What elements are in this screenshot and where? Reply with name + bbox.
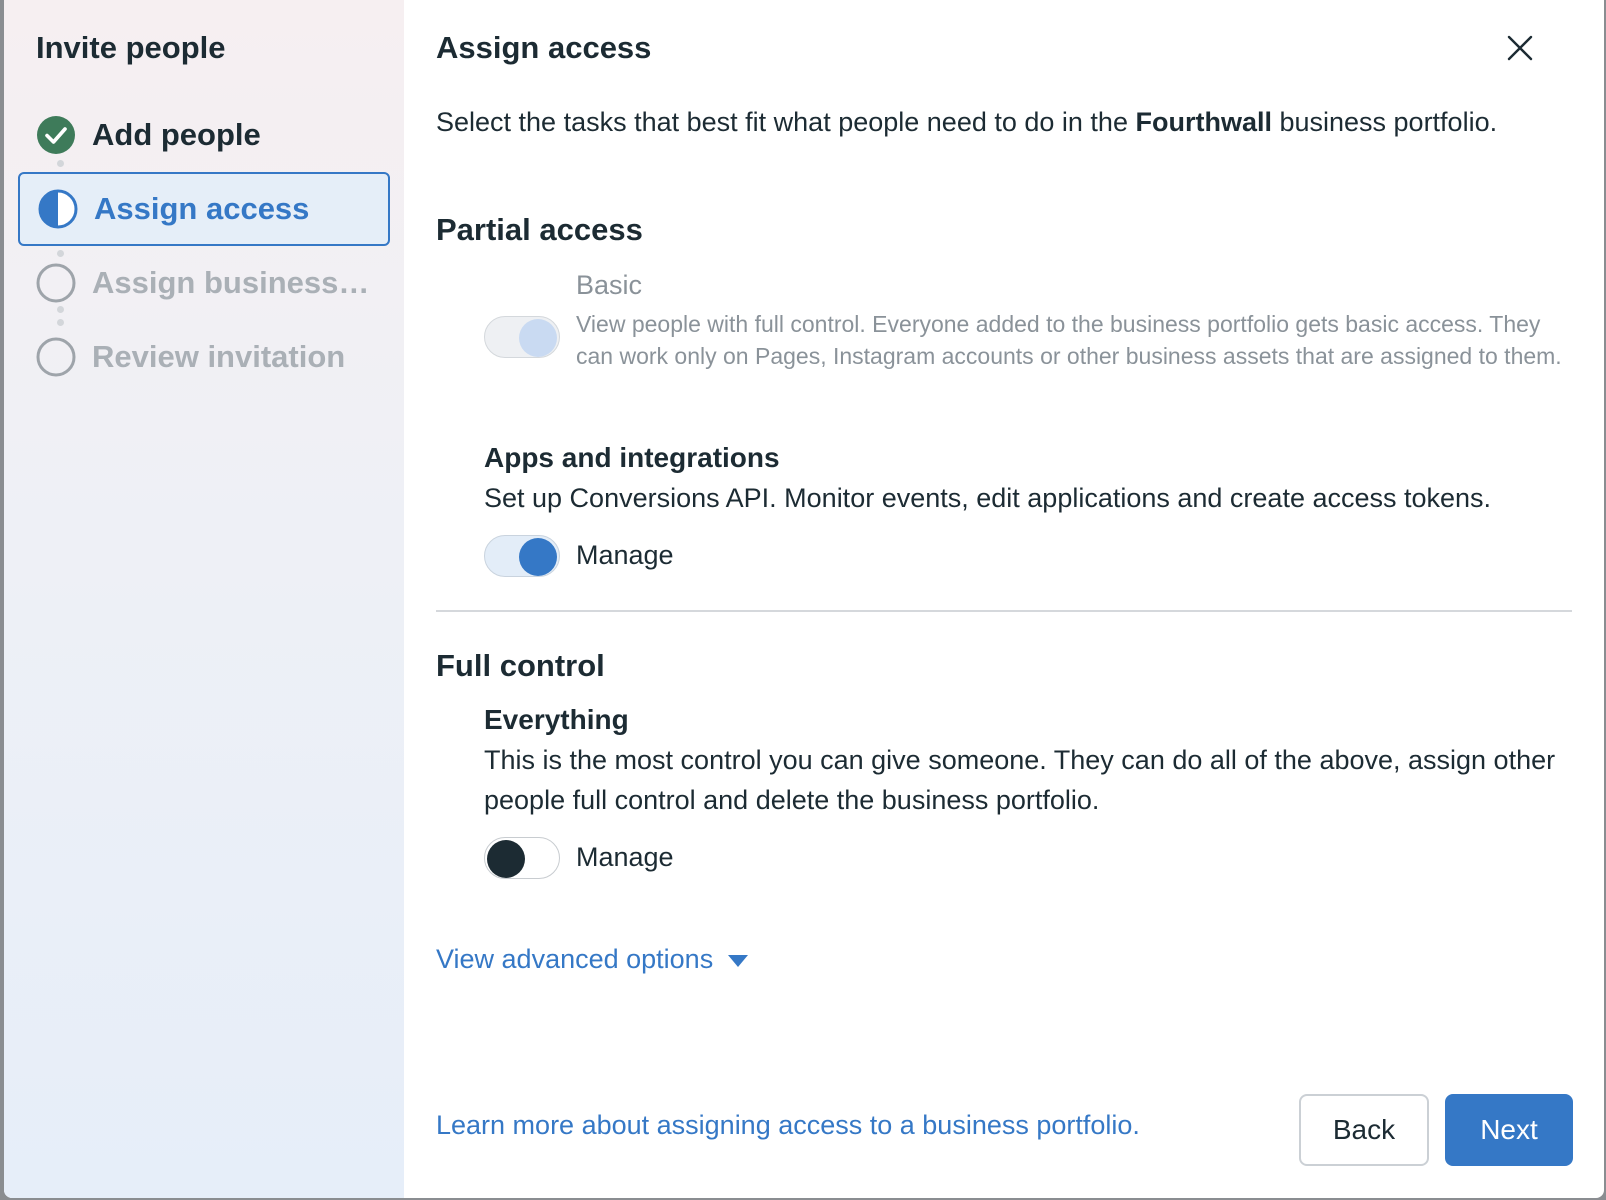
close-button[interactable] [1498,28,1542,72]
step-assign-access[interactable]: Assign access [18,172,390,246]
intro-text: Select the tasks that best fit what peop… [436,107,1498,137]
step-label: Assign business a... [92,265,372,300]
empty-circle-icon [36,263,76,303]
next-button[interactable]: Next [1445,1094,1573,1166]
step-label: Add people [92,117,261,152]
step-add-people[interactable]: Add people [18,98,390,172]
close-icon [1506,34,1534,67]
section-divider [436,610,1572,612]
apps-integrations-manage-label: Manage [576,540,674,570]
toggle-knob [519,319,557,357]
toggle-knob [487,840,525,878]
stepper-sidebar: Invite people Add people Assign access A… [4,0,404,1198]
everything-heading: Everything [484,704,629,735]
basic-access-toggle [484,316,560,358]
business-name: Fourthwall [1135,107,1272,137]
everything-manage-label: Manage [576,842,674,872]
everything-description: This is the most control you can give so… [484,745,1556,815]
toggle-knob [519,538,557,576]
advanced-options-label: View advanced options [436,944,714,974]
empty-circle-icon [36,337,76,377]
step-review-invitation[interactable]: Review invitation [18,320,390,394]
sidebar-title: Invite people [36,30,226,65]
partial-access-heading: Partial access [436,212,643,247]
apps-integrations-heading: Apps and integrations [484,442,780,473]
check-circle-icon [36,115,76,155]
basic-access-label: Basic [576,270,643,300]
basic-access-description: View people with full control. Everyone … [576,311,1562,369]
step-label: Review invitation [92,339,346,374]
step-label: Assign access [94,191,310,226]
learn-more-link[interactable]: Learn more about assigning access to a b… [436,1110,1140,1141]
page-title: Assign access [436,30,652,65]
everything-manage-toggle[interactable] [484,837,560,879]
back-button[interactable]: Back [1299,1094,1429,1166]
assign-access-panel: Assign access Select the tasks that best… [404,0,1604,1198]
caret-down-icon [727,944,749,975]
apps-integrations-manage-toggle[interactable] [484,535,560,577]
apps-integrations-description: Set up Conversions API. Monitor events, … [484,483,1492,513]
half-circle-progress-icon [38,189,78,229]
step-connector [56,160,64,167]
full-control-heading: Full control [436,648,605,683]
view-advanced-options-link[interactable]: View advanced options [436,944,749,975]
invite-people-dialog: Invite people Add people Assign access A… [4,0,1604,1198]
step-assign-business-assets[interactable]: Assign business a... [18,246,390,320]
